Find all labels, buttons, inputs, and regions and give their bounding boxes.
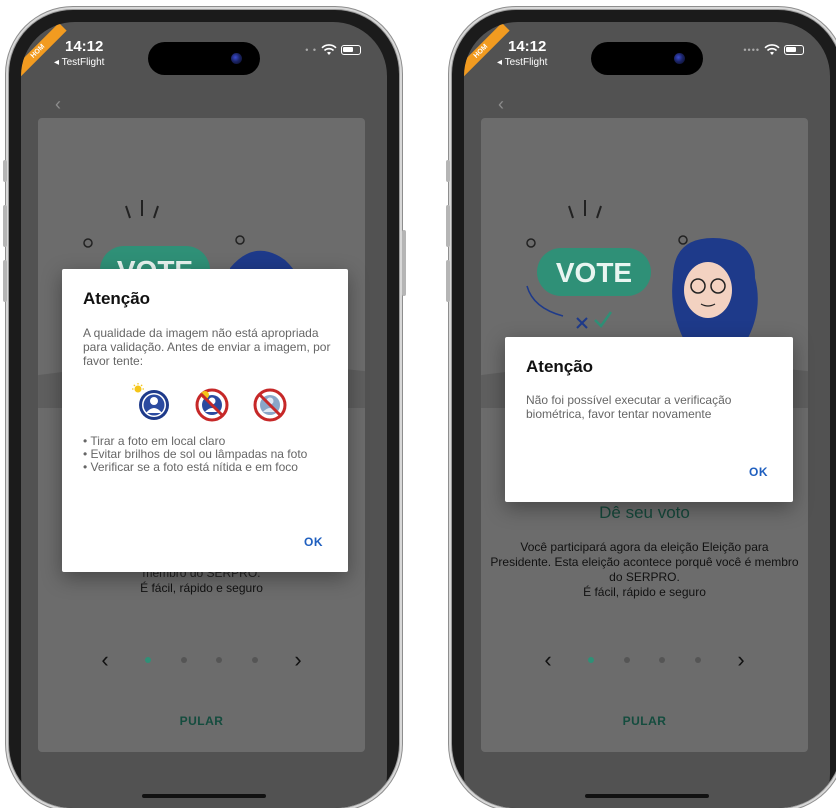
signal-icon: •••• <box>743 45 760 55</box>
home-indicator[interactable] <box>585 794 709 798</box>
dialog-message: A qualidade da imagem não está apropriad… <box>83 326 331 368</box>
dialog-title: Atenção <box>83 289 151 308</box>
mute-switch <box>3 160 7 182</box>
vote-illustration: VOTE <box>526 200 758 338</box>
onboarding-title: Dê seu voto <box>599 503 690 522</box>
vote-text: VOTE <box>556 257 632 288</box>
volume-down-button <box>446 260 450 302</box>
phone-frame-right: HOM 14:12 ◂ TestFlight •••• ‹ VOTE Dê se… <box>452 10 836 808</box>
phone-frame-left: HOM 14:12 ◂ TestFlight • • ‹ VOTE <box>9 10 399 808</box>
tips-list: • Tirar a foto em local claro • Evitar b… <box>83 435 338 474</box>
status-time: 14:12 <box>508 38 547 55</box>
next-arrow-icon[interactable]: › <box>288 649 308 671</box>
pager-dot-active[interactable] <box>587 657 594 663</box>
pager-dot[interactable] <box>252 657 259 663</box>
person-icon <box>672 238 758 338</box>
home-indicator[interactable] <box>142 794 266 798</box>
volume-down-button <box>3 260 7 302</box>
status-icons: •••• <box>743 44 804 56</box>
pager-dot[interactable] <box>216 657 223 663</box>
next-arrow-icon[interactable]: › <box>731 649 751 671</box>
status-back-to-app[interactable]: ◂ TestFlight <box>497 57 547 68</box>
camera-icon <box>231 53 242 64</box>
build-ribbon: HOM <box>21 22 67 81</box>
pager-dot[interactable] <box>180 657 187 663</box>
good-photo-icon <box>139 390 169 420</box>
back-chevron-icon[interactable]: ‹ <box>55 94 61 115</box>
no-blur-icon <box>253 388 287 422</box>
dynamic-island <box>148 42 260 75</box>
wifi-icon <box>321 44 337 55</box>
prev-arrow-icon[interactable]: ‹ <box>95 649 115 671</box>
app-screen-left: HOM 14:12 ◂ TestFlight • • ‹ VOTE <box>21 22 387 808</box>
dialog-message: Não foi possível executar a verificação … <box>526 393 732 421</box>
ok-button[interactable]: OK <box>749 465 768 479</box>
volume-up-button <box>446 205 450 247</box>
dialog-title: Atenção <box>526 357 594 376</box>
biometric-error-dialog: Atenção Não foi possível executar a veri… <box>505 337 793 502</box>
app-screen-right: HOM 14:12 ◂ TestFlight •••• ‹ VOTE Dê se… <box>464 22 830 808</box>
pager-dot[interactable] <box>659 657 666 663</box>
status-icons: • • <box>305 44 361 56</box>
build-ribbon: HOM <box>464 22 510 81</box>
wifi-icon <box>764 44 780 55</box>
pager-dot[interactable] <box>623 657 630 663</box>
power-button <box>402 230 406 296</box>
battery-icon <box>341 45 361 55</box>
image-quality-dialog: Atenção A qualidade da imagem não está a… <box>62 269 348 572</box>
battery-icon <box>784 45 804 55</box>
onboarding-description: Você participará agora da eleição Eleiçã… <box>490 540 799 599</box>
skip-button[interactable]: PULAR <box>481 714 808 728</box>
status-back-to-app[interactable]: ◂ TestFlight <box>54 57 104 68</box>
ok-button[interactable]: OK <box>304 535 323 549</box>
signal-icon: • • <box>305 45 317 55</box>
tip-item: • Verificar se a foto está nítida e em f… <box>83 460 298 474</box>
camera-icon <box>674 53 685 64</box>
pager-dot[interactable] <box>695 657 702 663</box>
photo-tips-icons <box>132 383 287 422</box>
pager-dot-active[interactable] <box>144 657 151 663</box>
no-glare-icon <box>195 388 229 422</box>
status-time: 14:12 <box>65 38 104 55</box>
back-chevron-icon[interactable]: ‹ <box>498 94 504 115</box>
pager: ‹ › <box>95 648 308 672</box>
mute-switch <box>446 160 450 182</box>
sun-icon <box>132 383 144 393</box>
volume-up-button <box>3 205 7 247</box>
dynamic-island <box>591 42 703 75</box>
skip-button[interactable]: PULAR <box>38 714 365 728</box>
prev-arrow-icon[interactable]: ‹ <box>538 649 558 671</box>
pager: ‹ › <box>538 648 751 672</box>
